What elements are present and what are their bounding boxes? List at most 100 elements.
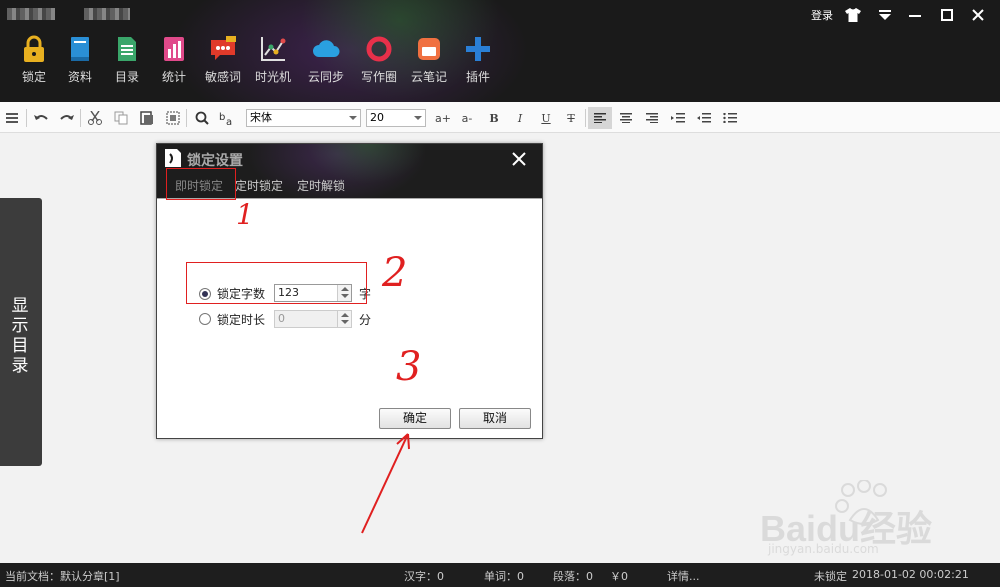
undo-icon[interactable] <box>32 108 50 128</box>
copy-icon[interactable] <box>112 108 130 128</box>
separator <box>26 109 27 127</box>
bold-icon: B <box>489 111 499 125</box>
indent-icon[interactable] <box>668 108 688 128</box>
font-size-select[interactable]: 20 <box>366 109 426 127</box>
blurred-subtitle <box>84 8 130 20</box>
paste-icon[interactable] <box>138 108 156 128</box>
stepper-arrows-icon[interactable] <box>337 311 351 327</box>
login-button[interactable]: 登录 <box>808 4 836 26</box>
italic-button[interactable]: I <box>511 108 529 128</box>
font-size-value: 20 <box>370 111 384 124</box>
select-all-icon[interactable] <box>164 108 182 128</box>
toolbar-label: 时光机 <box>254 70 291 84</box>
toolbar-sensitive-words[interactable]: 敏感词 <box>199 34 247 85</box>
outdent-icon[interactable] <box>694 108 714 128</box>
toolbar-cloud-sync[interactable]: 云同步 <box>302 34 350 85</box>
document-icon <box>118 37 136 61</box>
annotation-arrow-icon <box>361 433 410 534</box>
status-words: 单词：0 <box>484 570 524 583</box>
replace-icon[interactable]: ba <box>218 108 238 128</box>
separator <box>186 109 187 127</box>
align-icon[interactable] <box>4 108 20 128</box>
show-catalog-label: 显示目录 <box>11 296 29 376</box>
minimize-icon[interactable] <box>904 4 926 26</box>
status-paragraphs: 段落：0 <box>553 570 593 583</box>
chevron-down-icon <box>414 116 422 120</box>
tab-timed-lock[interactable]: 定时锁定 <box>235 177 283 194</box>
toolbar-stats[interactable]: 统计 <box>150 34 198 85</box>
font-family-select[interactable]: 宋体 <box>246 109 361 127</box>
chart-icon <box>164 37 184 61</box>
strikethrough-icon: T <box>567 111 575 125</box>
skin-icon[interactable] <box>842 4 864 26</box>
toolbar-lock[interactable]: 锁定 <box>10 34 58 85</box>
toolbar-label: 插件 <box>465 70 490 84</box>
menu-icon[interactable] <box>874 4 896 26</box>
chevron-down-icon <box>349 116 357 120</box>
font-shrink-button[interactable]: a- <box>458 108 476 128</box>
svg-text:a: a <box>226 117 232 125</box>
maximize-icon[interactable] <box>936 4 958 26</box>
plus-icon <box>466 37 490 61</box>
dialog-body: 锁定字数 123 字 锁定时长 0 分 确定 取消 <box>157 198 542 438</box>
font-grow-button[interactable]: a+ <box>434 108 452 128</box>
status-money: ￥0 <box>610 570 628 583</box>
toolbar-writing-circle[interactable]: 写作圈 <box>355 34 403 85</box>
toolbar-label: 云笔记 <box>410 70 447 84</box>
underline-button[interactable]: U <box>537 108 555 128</box>
align-left-icon[interactable] <box>588 107 612 129</box>
toolbar-cloud-notes[interactable]: 云笔记 <box>405 34 453 85</box>
blurred-title <box>7 8 55 20</box>
tab-timed-unlock[interactable]: 定时解锁 <box>297 177 345 194</box>
status-lock-state: 未锁定 <box>814 570 847 583</box>
lock-time-label: 锁定时长 <box>217 313 266 327</box>
app-logo-icon <box>165 149 181 167</box>
toolbar-time-machine[interactable]: 时光机 <box>249 34 297 85</box>
align-center-icon[interactable] <box>616 108 636 128</box>
lock-time-stepper[interactable]: 0 <box>274 310 352 328</box>
lock-time-radio[interactable] <box>199 313 211 325</box>
toolbar-plugins[interactable]: 插件 <box>454 34 502 85</box>
strikethrough-button[interactable]: T <box>562 108 580 128</box>
align-right-icon[interactable] <box>642 108 662 128</box>
font-shrink-icon: a- <box>461 111 473 125</box>
lock-time-value: 0 <box>278 312 285 325</box>
separator <box>585 109 586 127</box>
separator <box>80 109 81 127</box>
show-catalog-tab[interactable]: 显示目录 <box>0 198 42 466</box>
annotation-mark-2: 2 <box>382 250 408 296</box>
lock-time-unit: 分 <box>359 313 372 327</box>
font-grow-icon: a+ <box>435 111 451 125</box>
status-chars: 汉字：0 <box>404 570 444 583</box>
underline-icon: U <box>541 111 551 125</box>
bold-button[interactable]: B <box>485 108 503 128</box>
close-icon[interactable] <box>507 148 531 170</box>
toolbar-label: 锁定 <box>21 70 46 84</box>
list-icon[interactable] <box>720 108 740 128</box>
watermark-url: jingyan.baidu.com <box>768 542 879 556</box>
redo-icon[interactable] <box>58 108 76 128</box>
svg-text:b: b <box>219 112 225 123</box>
note-icon <box>418 38 440 60</box>
font-family-value: 宋体 <box>250 111 272 124</box>
annotation-box-chars <box>186 262 367 304</box>
toolbar-label: 统计 <box>161 70 186 84</box>
toolbar-label: 敏感词 <box>204 70 241 84</box>
cut-icon[interactable] <box>86 108 104 128</box>
cancel-button[interactable]: 取消 <box>459 408 531 429</box>
status-datetime: 2018-01-02 00:02:21 <box>852 568 969 581</box>
format-toolbar: ba 宋体 20 a+ a- B I U T <box>0 102 1000 133</box>
app-header: 登录 锁定 资料 目录 统计 敏感词 时光机 云同步 写作圈 云笔记 插件 <box>0 0 1000 102</box>
search-icon[interactable] <box>192 108 212 128</box>
lock-icon <box>24 35 44 62</box>
close-icon[interactable] <box>966 4 990 26</box>
chat-bubble-icon <box>211 36 236 60</box>
baidu-watermark: Baidu经验 jingyan.baidu.com <box>760 479 990 560</box>
toolbar-label: 资料 <box>67 70 92 84</box>
toolbar-materials[interactable]: 资料 <box>56 34 104 85</box>
toolbar-catalog[interactable]: 目录 <box>103 34 151 85</box>
status-details-link[interactable]: 详情... <box>667 568 700 584</box>
cloud-icon <box>313 40 340 57</box>
book-icon <box>71 37 89 61</box>
toolbar-label: 云同步 <box>307 70 344 84</box>
